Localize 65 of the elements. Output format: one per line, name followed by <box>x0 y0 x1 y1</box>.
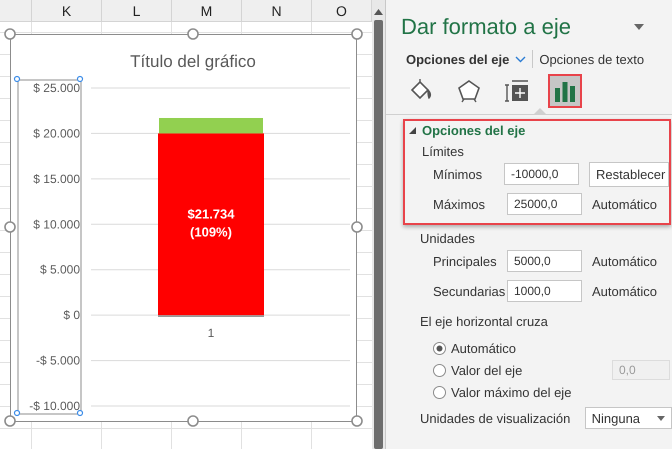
axis-label: $ 20.000 <box>33 126 80 140</box>
up-arrow-icon[interactable] <box>374 8 383 16</box>
selection-handle[interactable] <box>4 221 16 233</box>
selection-handle[interactable] <box>4 28 16 40</box>
number-input[interactable]: 1000,0 <box>507 280 582 302</box>
options-tab[interactable]: Opciones del eje <box>406 52 526 66</box>
group-title: El eje horizontal cruza <box>419 313 549 331</box>
reset-button[interactable]: Restablecer <box>589 162 669 186</box>
field-label: Máximos <box>433 196 486 212</box>
number-input[interactable]: 5000,0 <box>507 250 582 272</box>
column-header[interactable]: L <box>102 0 172 21</box>
radio-option[interactable]: Valor máximo del eje <box>433 384 572 400</box>
pane-title: Dar formato a eje <box>401 14 571 40</box>
chevron-down-icon <box>515 56 526 62</box>
radio-icon <box>433 386 446 398</box>
auto-label: Automático <box>592 254 658 268</box>
column-header[interactable]: N <box>242 0 312 21</box>
field-label: Secundarias <box>433 284 506 298</box>
axis-label: $ 25.000 <box>33 81 80 95</box>
column-header[interactable]: K <box>32 0 102 21</box>
field-label: Mínimos <box>433 166 484 182</box>
axis-label: -$ 10.000 <box>29 399 80 413</box>
axis-label: $ 15.000 <box>33 172 80 186</box>
selection-handle[interactable] <box>76 76 84 82</box>
data-label: (109%) <box>190 224 232 240</box>
selection-handle[interactable] <box>187 28 199 40</box>
section-header[interactable]: Opciones del eje <box>405 121 526 138</box>
selection-handle[interactable] <box>76 410 84 416</box>
number-input[interactable]: -10000,0 <box>504 163 579 185</box>
axis-label: -$ 5.000 <box>36 354 80 368</box>
selection-handle[interactable] <box>351 221 363 233</box>
dropdown-arrow-icon <box>657 416 665 420</box>
display-units-dropdown[interactable]: Ninguna <box>584 407 672 429</box>
category-label: 1 <box>208 326 214 340</box>
data-label: $21.734 <box>188 206 234 222</box>
radio-icon <box>433 342 446 354</box>
category-tab[interactable] <box>548 74 582 108</box>
number-input[interactable]: 25000,0 <box>507 193 582 215</box>
pentagon-icon <box>457 79 481 103</box>
auto-label: Automático <box>592 284 658 298</box>
chart-title: Título del gráfico <box>130 52 256 71</box>
radio-option[interactable]: Automático <box>433 340 516 356</box>
selection-handle[interactable] <box>187 415 199 427</box>
chart-area[interactable]: Título del gráfico $ 25.000 $ 20.000 $ 15.000 $ 10.000 $ 5.000 $ 0 -$ 5.000 -$ 10.000 $21.734 (109%) 1 <box>10 34 357 422</box>
group-title: Unidades <box>419 230 476 246</box>
bar-chart-icon <box>554 80 576 102</box>
dropdown-caret-icon[interactable] <box>634 24 644 30</box>
selection-handle[interactable] <box>351 28 363 40</box>
auto-label: Automático <box>592 196 658 212</box>
scrollbar[interactable] <box>372 0 385 449</box>
size-properties-icon <box>505 79 529 103</box>
column-header[interactable]: M <box>172 0 242 21</box>
group-title: Límites <box>421 143 465 159</box>
field-label: Principales <box>433 254 498 268</box>
options-tab[interactable]: Opciones de texto <box>539 52 644 66</box>
selection-handle[interactable] <box>4 415 16 427</box>
axis-label: $ 0 <box>63 308 80 322</box>
selection-handle[interactable] <box>14 410 20 416</box>
selection-handle[interactable] <box>351 415 363 427</box>
expand-triangle-icon <box>409 127 416 134</box>
axis-label: $ 5.000 <box>40 262 80 277</box>
field-label: Unidades de visualización <box>420 410 572 426</box>
radio-icon <box>433 364 446 376</box>
axis-label: $ 10.000 <box>33 217 80 232</box>
selection-handle[interactable] <box>14 76 20 82</box>
